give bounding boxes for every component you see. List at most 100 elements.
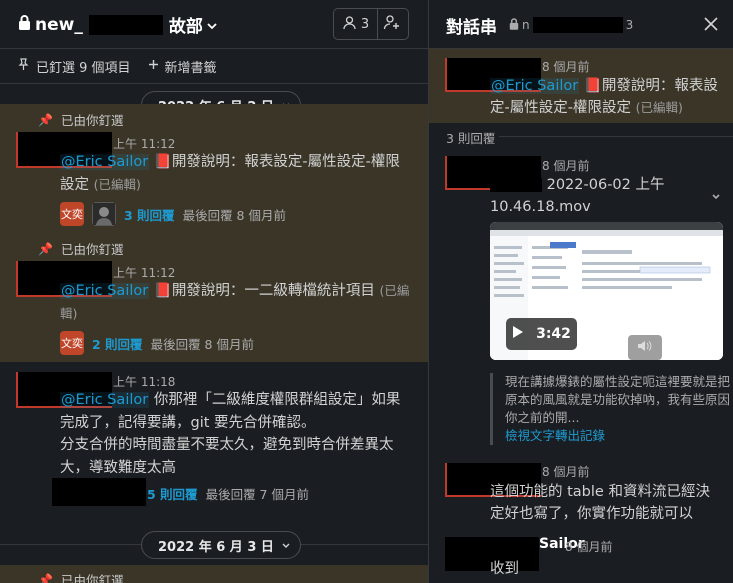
user-mention[interactable]: @Eric Sailor: [60, 392, 150, 408]
thread-title: 對話串: [446, 18, 497, 38]
message-timestamp[interactable]: 8 個月前: [542, 58, 589, 75]
pin-icon: 📌: [38, 241, 53, 256]
file-name[interactable]: 2022-06-02 上午 10.46.18.mov: [490, 174, 718, 218]
add-bookmark-button[interactable]: 新增書籤: [148, 57, 217, 76]
message-text: 收到: [490, 561, 519, 577]
channel-pane: new_ 故部 3 已釘選 9 個項目 新增書籤 📌 已由你釘選 上午 11:1…: [0, 0, 428, 583]
message-body: @Eric Sailor 你那裡「二級維度權限群組設定」如果完成了，記得要講，g…: [60, 389, 410, 479]
user-mention[interactable]: @Eric Sailor: [60, 154, 150, 170]
message-timestamp[interactable]: 上午 11:18: [113, 373, 175, 390]
red-book-icon: 📕: [153, 283, 172, 299]
pinned-by-label: 已由你釘選: [60, 573, 124, 583]
channel-header: new_ 故部 3: [0, 0, 428, 49]
reply-count-label: 3 則回覆: [446, 131, 496, 146]
message-timestamp[interactable]: 8 個月前: [565, 538, 612, 555]
message-text: 這個功能的 table 和資料流已經決定好也寫了，你實作功能就可以: [490, 484, 710, 522]
reply-count-link[interactable]: 3 則回覆: [124, 205, 175, 224]
thread-header: 對話串 n 3: [429, 0, 733, 49]
redacted-block: [532, 17, 623, 33]
person-icon: [342, 15, 357, 34]
message-item[interactable]: 📌 已由你釘選: [0, 565, 428, 583]
thread-channel-link[interactable]: n 3: [509, 17, 633, 33]
video-player[interactable]: 3:42: [490, 222, 723, 360]
channel-name-suffix: 3: [625, 18, 634, 32]
chevron-down-icon: [282, 538, 290, 553]
redacted-block: [88, 14, 163, 35]
date-jump-button[interactable]: 2022 年 6 月 3 日: [141, 531, 301, 559]
chevron-down-icon: [207, 15, 217, 35]
play-icon: [512, 325, 524, 343]
reply-count-link[interactable]: 5 則回覆: [147, 484, 198, 503]
close-icon[interactable]: [704, 12, 718, 36]
user-mention[interactable]: @Eric Sailor: [60, 283, 150, 299]
volume-button[interactable]: [628, 335, 662, 360]
pin-icon: 📌: [38, 572, 53, 583]
play-button[interactable]: 3:42: [506, 318, 577, 350]
redacted-block: [490, 178, 542, 192]
reply-count-link[interactable]: 2 則回覆: [92, 334, 143, 353]
pinned-indicator: 📌 已由你釘選: [38, 110, 123, 129]
message-text: 分支合併的時間盡量不要太久，避免到時合併差異太大，導致難度太高: [60, 437, 394, 476]
user-mention[interactable]: @Eric Sailor: [490, 78, 580, 94]
speaker-icon: [637, 340, 653, 355]
message-body: 這個功能的 table 和資料流已經決定好也寫了，你實作功能就可以: [490, 481, 718, 525]
pinned-indicator: 📌 已由你釘選: [38, 239, 123, 258]
thread-root-message[interactable]: 8 個月前 @Eric Sailor 📕開發說明：報表設定-屬性設定-權限設定 …: [429, 49, 733, 123]
view-transcript-link[interactable]: 檢視文字轉出記錄: [505, 428, 605, 443]
reply-count-divider: 3 則回覆: [429, 126, 733, 146]
last-reply-time: 最後回覆 7 個月前: [205, 487, 309, 502]
thread-summary[interactable]: 5 則回覆 最後回覆 7 個月前: [147, 484, 309, 503]
message-body: @Eric Sailor 📕開發說明：報表設定-屬性設定-權限設定 (已編輯): [490, 75, 718, 119]
pinned-items-label: 已釘選 9 個項目: [36, 60, 131, 76]
message-item[interactable]: 📌 已由你釘選 上午 11:12 @Eric Sailor 📕開發說明：一二級轉…: [0, 227, 428, 362]
member-count: 3: [360, 16, 370, 32]
message-item[interactable]: 📌 已由你釘選 上午 11:12 @Eric Sailor 📕開發說明：報表設定…: [0, 104, 428, 227]
red-book-icon: 📕: [153, 154, 172, 170]
add-member-button[interactable]: [376, 8, 409, 40]
last-reply-time: 最後回覆 8 個月前: [182, 207, 286, 223]
thread-pane: 對話串 n 3 8 個月前 @Eric Sailor 📕開發說明：報表設定-屬性…: [428, 0, 733, 583]
message-timestamp[interactable]: 上午 11:12: [113, 264, 175, 281]
transcript-text: 現在講據爆錶的屬性設定呃這裡要就是把原本的風風就是功能砍掉吶，我有些原因你之前的…: [505, 374, 731, 425]
divider-line: [499, 136, 733, 137]
video-transcript: 現在講據爆錶的屬性設定呃這裡要就是把原本的風風就是功能砍掉吶，我有些原因你之前的…: [490, 373, 733, 445]
channel-name-prefix: new_: [35, 14, 83, 35]
replier-avatar: 文奕: [60, 202, 84, 226]
pin-icon: 📌: [38, 112, 53, 127]
channel-title-button[interactable]: new_ 故部: [18, 12, 217, 37]
pinned-items-button[interactable]: 已釘選 9 個項目: [17, 57, 131, 76]
thread-summary[interactable]: 文奕 3 則回覆 最後回覆 8 個月前: [60, 202, 286, 226]
message-body: @Eric Sailor 📕開發說明：報表設定-屬性設定-權限設定 (已編輯): [60, 151, 410, 196]
message-timestamp[interactable]: 上午 11:12: [113, 135, 175, 152]
bookmarks-bar: 已釘選 9 個項目 新增書籤: [0, 49, 428, 84]
last-reply-time: 最後回覆 8 個月前: [150, 336, 254, 352]
red-book-icon: 📕: [583, 78, 602, 94]
channel-name-prefix: n: [522, 18, 530, 32]
thread-summary[interactable]: 文奕 2 則回覆 最後回覆 8 個月前: [60, 331, 254, 355]
message-timestamp[interactable]: 8 個月前: [542, 157, 589, 174]
add-person-icon: [383, 14, 401, 34]
pinned-by-label: 已由你釘選: [60, 113, 124, 128]
replier-avatar: [92, 202, 116, 226]
channel-name-suffix: 故部: [168, 17, 203, 37]
video-duration: 3:42: [536, 326, 571, 342]
file-menu-chevron-icon[interactable]: [712, 188, 720, 204]
edited-label: (已編輯): [635, 100, 683, 115]
message-body: 收到: [490, 558, 718, 580]
date-label: 2022 年 6 月 3 日: [158, 539, 274, 555]
pinned-by-label: 已由你釘選: [60, 242, 124, 257]
pin-outline-icon: [17, 57, 30, 75]
date-divider: 2022 年 6 月 3 日: [0, 530, 428, 560]
edited-label: (已編輯): [93, 176, 141, 192]
replier-avatar: 文奕: [60, 331, 84, 355]
plus-icon: [148, 59, 159, 74]
members-button[interactable]: 3: [333, 8, 378, 40]
message-text: 開發說明：一二級轉檔統計項目: [171, 283, 375, 299]
message-item[interactable]: 上午 11:18 @Eric Sailor 你那裡「二級維度權限群組設定」如果完…: [0, 362, 428, 517]
lock-icon: [509, 17, 519, 33]
message-body: @Eric Sailor 📕開發說明：一二級轉檔統計項目 (已編輯): [60, 280, 410, 325]
redacted-avatars: [52, 478, 146, 506]
lock-icon: [18, 15, 31, 34]
add-bookmark-label: 新增書籤: [164, 60, 217, 76]
message-timestamp[interactable]: 8 個月前: [542, 463, 589, 480]
